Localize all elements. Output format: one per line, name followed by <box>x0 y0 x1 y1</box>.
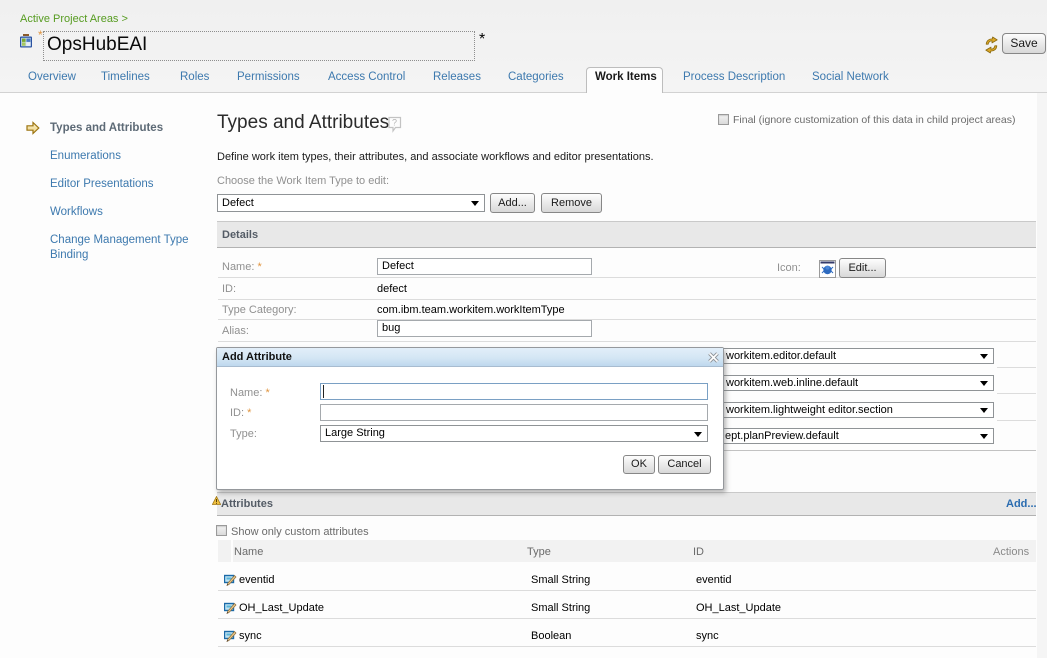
svg-text:?: ? <box>392 118 397 128</box>
